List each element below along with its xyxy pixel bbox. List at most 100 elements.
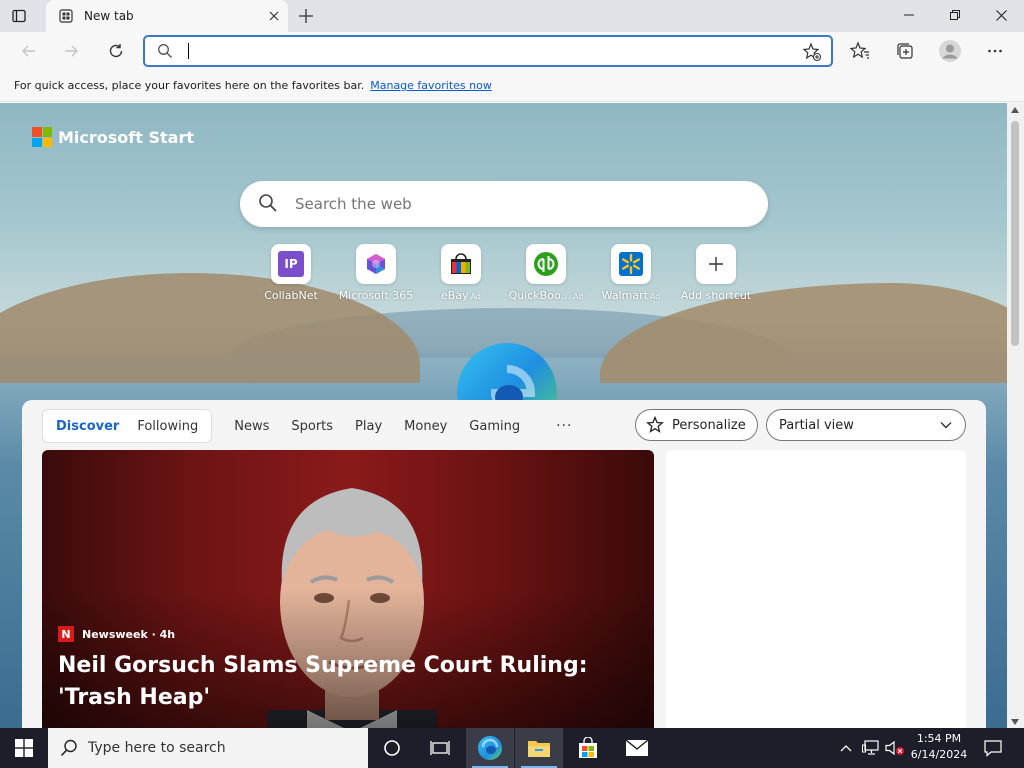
view-mode-dropdown[interactable]: Partial view	[766, 409, 966, 441]
shortcut-label: eBay Ad	[441, 289, 481, 302]
page-scrollbar[interactable]	[1007, 103, 1024, 728]
action-center-button[interactable]	[978, 728, 1008, 768]
walmart-icon	[611, 244, 651, 284]
edge-icon	[478, 736, 502, 760]
hero-article-card[interactable]: N Newsweek · 4h Neil Gorsuch Slams Supre…	[42, 450, 654, 728]
more-categories-button[interactable]: ···	[556, 418, 572, 434]
feed-tab-group: Discover Following	[42, 409, 213, 443]
collections-icon	[897, 43, 913, 59]
minimize-icon	[904, 14, 914, 16]
profile-button[interactable]	[935, 36, 965, 66]
plus-icon	[299, 9, 313, 23]
task-view-icon	[430, 741, 450, 755]
taskbar: Type here to search 1:54 PM 6/14/2024	[0, 728, 1024, 768]
task-view-button[interactable]	[416, 728, 464, 768]
back-button[interactable]	[14, 36, 44, 66]
favorites-button[interactable]	[845, 36, 875, 66]
shortcut-quickbooks[interactable]: QuickBoo... Ad	[503, 244, 589, 302]
quickbooks-icon	[526, 244, 566, 284]
tab-following[interactable]: Following	[128, 419, 207, 434]
taskbar-search[interactable]: Type here to search	[48, 728, 368, 768]
tab-actions-button[interactable]	[10, 7, 28, 25]
tab-actions-icon	[12, 9, 26, 23]
shortcut-label: Walmart Ad	[601, 289, 661, 302]
category-gaming[interactable]: Gaming	[469, 419, 520, 434]
network-tray-button[interactable]	[860, 728, 882, 768]
scroll-up-icon[interactable]	[1011, 107, 1019, 113]
shortcut-microsoft-365[interactable]: Microsoft 365	[333, 244, 419, 302]
tab-close-button[interactable]	[260, 2, 288, 30]
cortana-icon	[384, 740, 400, 756]
tab-new-tab[interactable]: New tab	[46, 0, 288, 32]
article-source-text: Newsweek · 4h	[82, 627, 176, 641]
settings-menu-button[interactable]	[980, 36, 1010, 66]
taskbar-microsoft-store[interactable]	[564, 728, 612, 768]
scroll-down-icon[interactable]	[1011, 719, 1019, 725]
start-button[interactable]	[0, 728, 48, 768]
chevron-up-icon	[840, 745, 852, 752]
refresh-button[interactable]	[101, 36, 131, 66]
notification-icon	[984, 740, 1002, 757]
web-search-input[interactable]	[295, 193, 735, 215]
taskbar-mail[interactable]	[613, 728, 661, 768]
system-clock[interactable]: 1:54 PM 6/14/2024	[908, 731, 970, 763]
refresh-icon	[109, 44, 123, 58]
shortcut-ebay[interactable]: eBay Ad	[418, 244, 504, 302]
collabnet-logo-text: IP	[278, 251, 304, 277]
shortcut-walmart[interactable]: Walmart Ad	[588, 244, 674, 302]
taskbar-search-placeholder: Type here to search	[88, 740, 226, 756]
personalize-button[interactable]: Personalize	[635, 409, 758, 441]
more-icon	[988, 49, 1002, 53]
category-play[interactable]: Play	[355, 419, 382, 434]
arrow-left-icon	[22, 45, 35, 57]
minimize-button[interactable]	[886, 0, 932, 30]
shortcut-label: Add shortcut	[680, 289, 752, 302]
arrow-right-icon	[65, 45, 78, 57]
microsoft-start-logo[interactable]: Microsoft Start	[32, 127, 194, 147]
category-money[interactable]: Money	[404, 419, 447, 434]
cortana-button[interactable]	[368, 728, 416, 768]
search-icon	[60, 739, 77, 757]
category-sports[interactable]: Sports	[291, 419, 333, 434]
personalize-icon	[646, 416, 664, 433]
ebay-icon	[441, 244, 481, 284]
network-icon	[862, 740, 879, 755]
tab-discover[interactable]: Discover	[47, 419, 128, 434]
search-icon	[157, 43, 173, 62]
taskbar-file-explorer[interactable]	[515, 728, 563, 768]
scrollbar-thumb[interactable]	[1011, 121, 1019, 346]
personalize-label: Personalize	[672, 417, 746, 433]
mail-icon	[625, 739, 649, 756]
new-tab-button[interactable]	[294, 4, 318, 28]
volume-tray-button[interactable]	[884, 728, 906, 768]
tab-bar: New tab	[0, 0, 1024, 32]
manage-favorites-link[interactable]: Manage favorites now	[370, 79, 492, 92]
microsoft-logo-icon	[32, 127, 52, 147]
add-favorite-button[interactable]	[801, 41, 823, 63]
favorites-icon	[850, 41, 869, 59]
taskbar-edge[interactable]	[466, 728, 514, 768]
plus-icon	[696, 244, 736, 284]
forward-button[interactable]	[56, 36, 86, 66]
shortcut-label: QuickBoo... Ad	[508, 289, 584, 302]
folder-icon	[528, 741, 550, 757]
shortcut-collabnet[interactable]: IP CollabNet	[248, 244, 334, 302]
collections-button[interactable]	[890, 36, 920, 66]
shortcut-label: Microsoft 365	[338, 289, 414, 302]
microsoft-365-icon	[356, 244, 396, 284]
store-icon	[579, 737, 597, 758]
address-input[interactable]	[185, 41, 785, 61]
close-icon	[269, 11, 279, 21]
address-bar[interactable]	[143, 35, 833, 67]
restore-button[interactable]	[932, 0, 978, 30]
show-hidden-icons-button[interactable]	[836, 728, 856, 768]
clock-date: 6/14/2024	[910, 748, 968, 761]
category-news[interactable]: News	[234, 419, 269, 434]
avatar-icon	[939, 40, 961, 62]
shortcut-add[interactable]: Add shortcut	[673, 244, 759, 302]
article-headline[interactable]: Neil Gorsuch Slams Supreme Court Ruling:…	[58, 650, 618, 714]
close-window-button[interactable]	[978, 0, 1024, 30]
web-search-box[interactable]	[240, 181, 768, 227]
news-feed: Discover Following News Sports Play Mone…	[22, 400, 986, 728]
volume-muted-icon	[885, 740, 904, 756]
